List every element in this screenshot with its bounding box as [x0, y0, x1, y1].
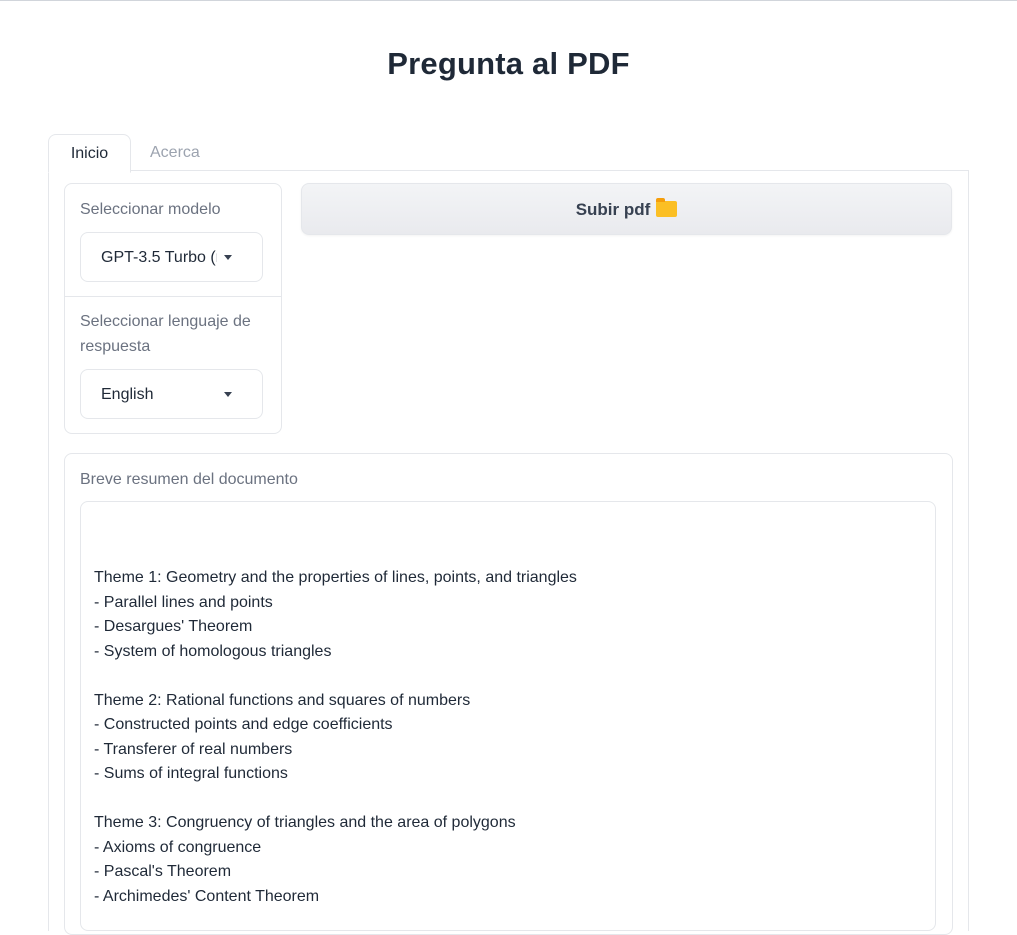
summary-label: Breve resumen del documento [80, 471, 298, 488]
language-label: Seleccionar lenguaje de respuesta [80, 313, 251, 355]
model-label: Seleccionar modelo [80, 201, 221, 218]
language-dropdown[interactable]: English [80, 369, 263, 419]
summary-textarea[interactable]: Theme 1: Geometry and the properties of … [80, 501, 936, 931]
top-border [0, 0, 1017, 1]
settings-card: Seleccionar modelo GPT-3.5 Turbo (r Sele… [64, 183, 282, 434]
summary-card: Breve resumen del documento Theme 1: Geo… [64, 453, 953, 935]
model-selected-value: GPT-3.5 Turbo (r [101, 249, 217, 266]
chevron-down-icon [224, 392, 232, 397]
model-dropdown[interactable]: GPT-3.5 Turbo (r [80, 232, 263, 282]
chevron-down-icon [224, 255, 232, 260]
upload-pdf-button[interactable]: Subir pdf [301, 183, 952, 235]
folder-icon [656, 198, 678, 217]
page-title: Pregunta al PDF [387, 46, 630, 81]
upload-pdf-label: Subir pdf [575, 200, 651, 219]
language-selected-value: English [101, 386, 154, 403]
divider [65, 296, 281, 297]
tab-acerca-de[interactable]: Acerca de [150, 134, 200, 198]
tab-inicio[interactable]: Inicio [48, 134, 131, 173]
